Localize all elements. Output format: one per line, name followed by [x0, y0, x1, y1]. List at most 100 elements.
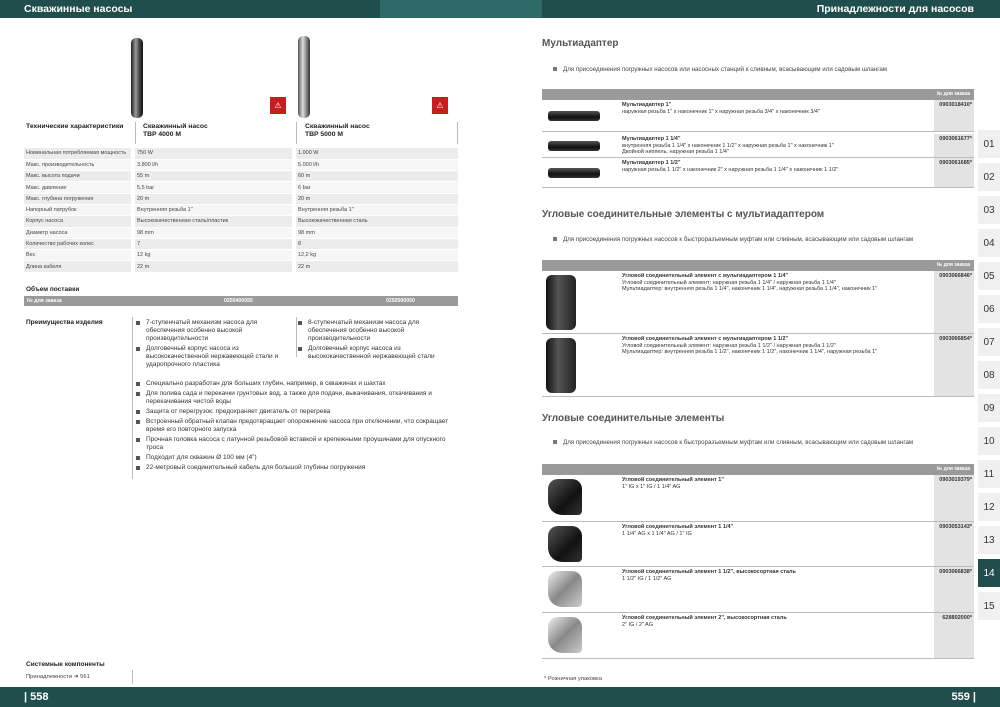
product-desc: наружная резьба 1" x наконечник 1" x нар… — [622, 108, 820, 115]
warning-icon: ⚠ — [432, 97, 448, 114]
spec-row: Количество рабочих колес 7 8 — [24, 238, 458, 251]
order-number: 0903018410* — [939, 102, 972, 108]
tab-09[interactable]: 09 — [978, 394, 1000, 424]
advantage-item: Защита от перегрузок: предохраняет двига… — [136, 408, 456, 416]
tab-07[interactable]: 07 — [978, 328, 1000, 358]
spec-row: Диаметр насоса 98 mm 98 mm — [24, 227, 458, 239]
product-row: Угловой соединительный элемент 1" 1" IG x… — [542, 475, 974, 522]
bullet-icon — [136, 466, 140, 470]
bullet-icon — [553, 67, 557, 72]
spec-row: Корпус насоса Высококачественная сталь/пл… — [24, 215, 458, 228]
footnote: * Розничная упаковка — [544, 676, 602, 682]
bullet-icon — [136, 347, 140, 351]
advantages-a: 7-ступенчатый механизм насоса для обеспе… — [136, 319, 286, 371]
spec-label: Длина кабеля — [24, 260, 131, 273]
page-number-right: 559 | — [951, 691, 977, 703]
system-item[interactable]: Принадлежности ➜ 561 — [26, 674, 90, 680]
tab-14[interactable]: 14 — [978, 559, 1000, 589]
tab-02[interactable]: 02 — [978, 163, 1000, 193]
spec-value-b: 6 bar — [296, 181, 458, 194]
tab-03[interactable]: 03 — [978, 196, 1000, 226]
spec-label: Напорный патрубок — [24, 204, 131, 217]
tab-11[interactable]: 11 — [978, 460, 1000, 490]
order-header: № для заказа — [542, 260, 974, 271]
bullet-icon — [136, 410, 140, 414]
product-text: Угловой соединительный элемент 1" 1" IG x… — [622, 477, 932, 490]
spec-row: Номинальная потребляемая мощность 750 W 1.… — [24, 148, 458, 160]
tab-08[interactable]: 08 — [978, 361, 1000, 391]
order-number: 628802000* — [942, 615, 972, 621]
tab-15[interactable]: 15 — [978, 592, 1000, 622]
tab-06[interactable]: 06 — [978, 295, 1000, 325]
bullet-icon — [553, 440, 557, 445]
order-number: 0903066838* — [939, 569, 972, 575]
spec-value-b: 22 m — [296, 260, 458, 273]
section-title: Угловые соединительные элементы — [542, 413, 725, 424]
system-label: Системные компоненты — [26, 661, 105, 668]
bullet-icon — [298, 347, 302, 351]
product-row: Угловой соединительный элемент с мультиа… — [542, 334, 974, 397]
section-note-text: Для присоединения погружных насосов к бы… — [563, 236, 914, 243]
section-note: Для присоединения погружных насосов к бы… — [553, 236, 913, 243]
advantage-item: Встроенный обратный клапан предотвращает… — [136, 418, 456, 434]
divider — [457, 122, 458, 144]
product-desc: 1" IG x 1" IG / 1 1/4" AG — [622, 483, 681, 490]
advantage-item: 22-метровый соединительный кабель для бо… — [136, 464, 456, 472]
advantage-item: Специально разработан для больших глубин… — [136, 380, 456, 388]
pump-a-title: Скважинный насос TBP 4000 M — [143, 123, 208, 138]
order-number: 0903061685* — [939, 160, 972, 166]
page-number-left: | 558 — [24, 691, 49, 703]
spec-row: Макс. высота подачи 55 m 60 m — [24, 170, 458, 183]
spec-value-b: 1.000 W — [296, 148, 458, 160]
product-image — [548, 479, 582, 515]
tab-04[interactable]: 04 — [978, 229, 1000, 259]
tab-13[interactable]: 13 — [978, 526, 1000, 556]
advantage-text: Долговечный корпус насоса из высококачес… — [308, 345, 435, 360]
product-image — [546, 338, 576, 393]
product-row: Угловой соединительный элемент 1 1/2", в… — [542, 567, 974, 613]
spec-label: Макс. давление — [24, 181, 131, 194]
product-text: Угловой соединительный элемент 1 1/4" 1 1… — [622, 524, 932, 537]
bullet-icon — [553, 237, 557, 242]
bullet-icon — [136, 392, 140, 396]
spec-value-b: 5.000 l/h — [296, 159, 458, 172]
product-image — [548, 617, 582, 653]
product-name: Угловой соединительный элемент 1" — [622, 477, 724, 483]
spec-value-a: 12 kg — [135, 249, 292, 262]
product-row: Мультиадаптер 1" наружная резьба 1" x нак… — [542, 100, 974, 132]
spec-row: Напорный патрубок Внутренняя резьба 1" Вну… — [24, 204, 458, 217]
divider — [296, 317, 297, 357]
tab-01[interactable]: 01 — [978, 130, 1000, 160]
spec-value-b: 60 m — [296, 170, 458, 183]
tab-12[interactable]: 12 — [978, 493, 1000, 523]
tab-05[interactable]: 05 — [978, 262, 1000, 292]
spec-row: Вес 12 kg 12,2 kg — [24, 249, 458, 262]
pump-image-5000 — [298, 36, 310, 118]
spec-value-b: 98 mm — [296, 227, 458, 239]
footer-bar: | 558 559 | — [0, 687, 1000, 707]
header-right-title: Принадлежности для насосов — [816, 3, 974, 15]
product-desc: 1 1/2" IG / 1 1/2" AG — [622, 575, 672, 582]
spec-label: Макс. производительность — [24, 159, 131, 172]
spec-row: Макс. глубина погружения 20 m 20 m — [24, 193, 458, 205]
spec-row: Макс. давление 5,5 bar 6 bar — [24, 181, 458, 194]
product-desc: 2" IG / 2" AG — [622, 621, 654, 628]
advantage-text: 8-ступенчатый механизм насоса для обеспе… — [308, 319, 420, 342]
advantage-text: Подходит для скважин Ø 100 мм (4") — [146, 454, 257, 461]
tab-10[interactable]: 10 — [978, 427, 1000, 457]
product-name: Угловой соединительный элемент с мультиа… — [622, 273, 789, 279]
advantage-text: Прочная головка насоса с латунной резьбо… — [146, 436, 446, 451]
bullet-icon — [136, 321, 140, 325]
divider — [132, 670, 133, 684]
product-name: Мультиадаптер 1 1/4" — [622, 136, 681, 142]
spec-value-a: 22 m — [135, 260, 292, 273]
spec-label: Макс. глубина погружения — [24, 193, 131, 205]
section-note: Для присоединения погружных насосов или … — [553, 66, 887, 73]
spec-label: Диаметр насоса — [24, 227, 131, 239]
spec-value-a: Высококачественная сталь/пластик — [135, 215, 292, 228]
product-row: Угловой соединительный элемент с мультиа… — [542, 271, 974, 334]
product-image — [548, 526, 582, 562]
advantage-item: Для полива сада и перекачки грунтовых во… — [136, 390, 456, 406]
bullet-icon — [136, 456, 140, 460]
product-image — [548, 571, 582, 607]
